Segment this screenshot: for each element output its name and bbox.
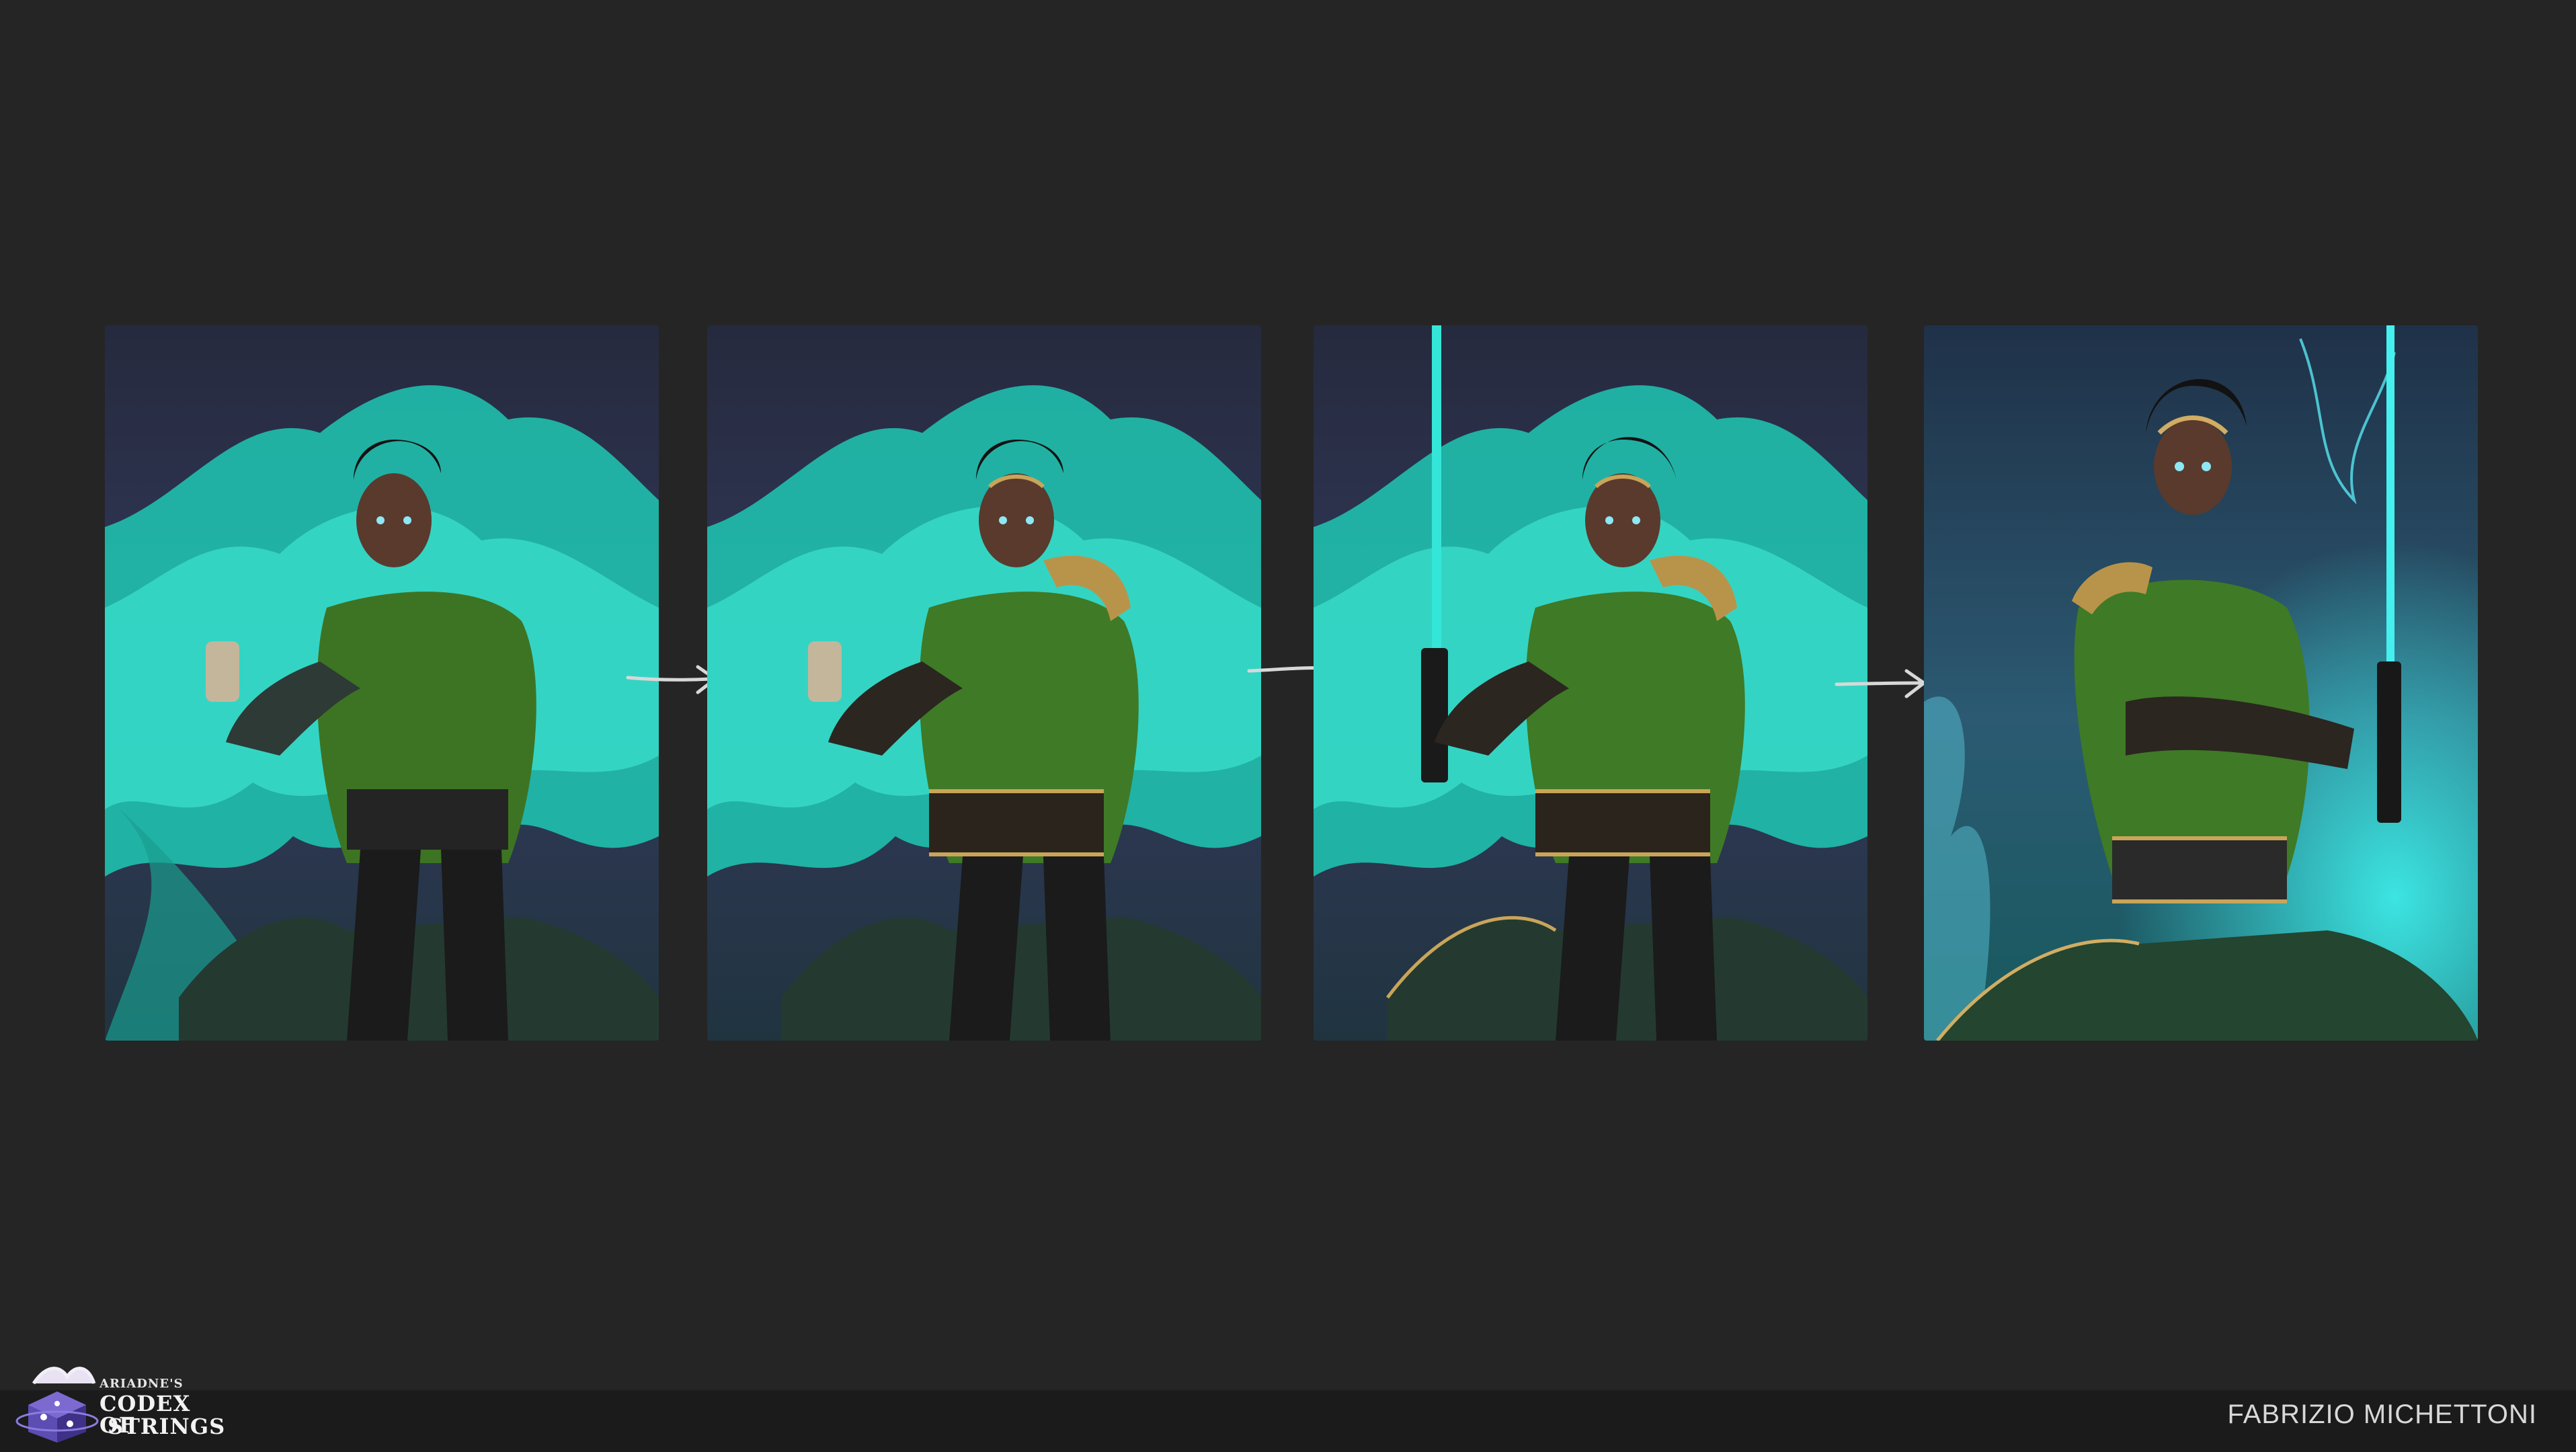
footer-bar (0, 1390, 2576, 1452)
stage-1-panel (105, 325, 659, 1041)
presentation-canvas: ARIADNE'S CODEX OF STRINGS FABRIZIO MICH… (0, 0, 2576, 1452)
stage-2-panel (707, 325, 1261, 1041)
book-cube-icon (15, 1367, 99, 1443)
character-final-image (1924, 325, 2478, 1041)
arrow-right-icon (1835, 669, 1926, 698)
artist-name: FABRIZIO MICHETTONI (2227, 1400, 2537, 1429)
character-sword-image (1314, 325, 1867, 1041)
stage-4-panel (1924, 325, 2478, 1041)
logo-title-line-2: STRINGS (108, 1414, 226, 1439)
character-detail-image (707, 325, 1261, 1041)
logo-tagline: ARIADNE'S (99, 1377, 184, 1391)
character-sketch-image (105, 325, 659, 1041)
brand-logo: ARIADNE'S CODEX OF STRINGS (13, 1357, 226, 1444)
stage-3-panel (1314, 325, 1867, 1041)
